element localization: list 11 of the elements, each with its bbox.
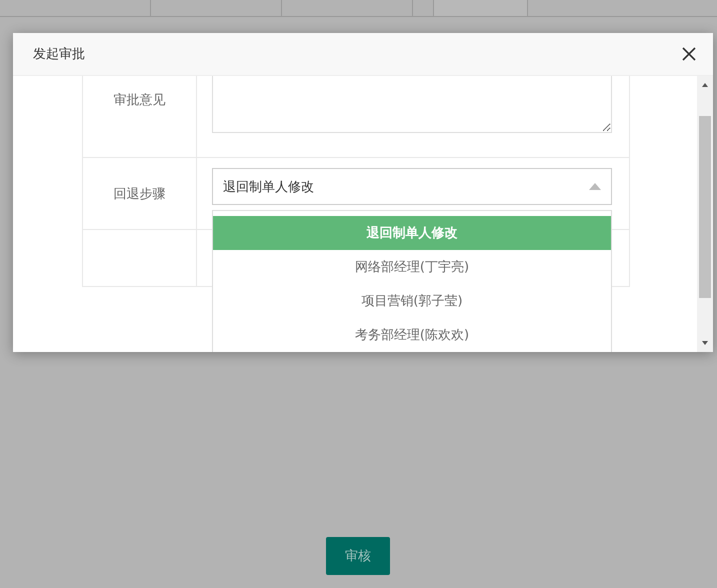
scrollbar[interactable] (697, 76, 713, 352)
field-label: 回退步骤 (114, 186, 166, 202)
submit-button[interactable]: 审核 (326, 537, 390, 575)
field-label: 审批意见 (114, 92, 166, 109)
step-select[interactable]: 退回制单人修改 (212, 168, 612, 205)
close-icon[interactable] (682, 47, 696, 61)
caret-icon (589, 183, 601, 190)
dropdown-option[interactable]: 网络部经理(丁宇亮) (213, 250, 611, 284)
dropdown-option[interactable]: 项目营销(郭子莹) (213, 284, 611, 318)
dropdown-option[interactable]: 考务部经理(陈欢欢) (213, 318, 611, 352)
dialog-title: 发起审批 (33, 46, 85, 63)
